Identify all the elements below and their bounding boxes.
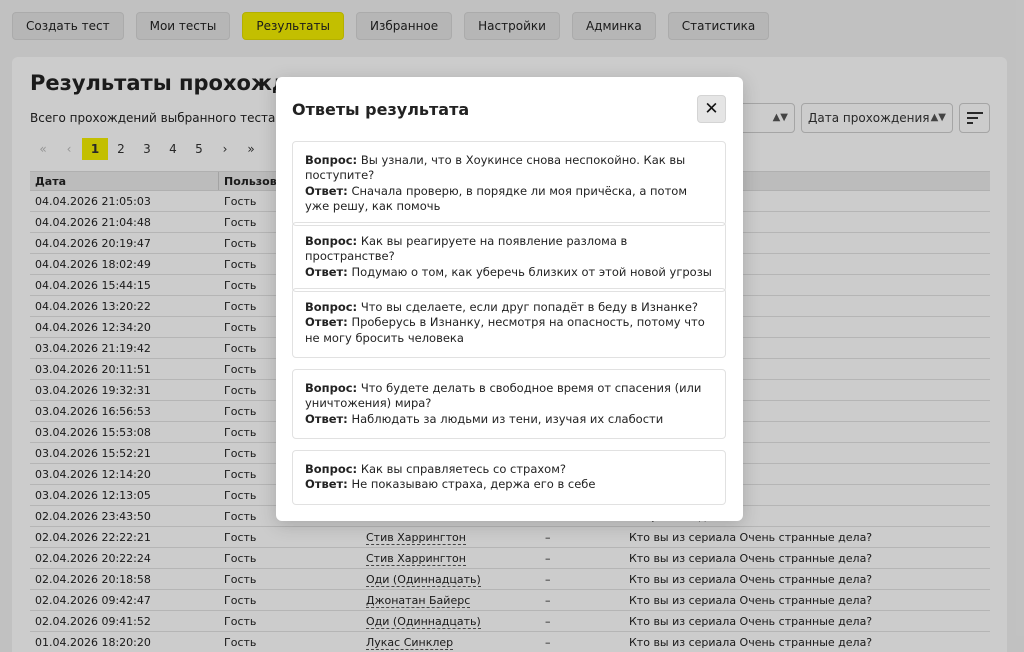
question-text: Вы узнали, что в Хоукинсе снова неспокой… — [305, 153, 686, 183]
answer-text: Сначала проверю, в порядке ли моя причёс… — [305, 183, 687, 213]
answer-card: Вопрос: Как вы справляетесь со страхом? … — [292, 450, 726, 505]
answer-card: Вопрос: Что будете делать в свободное вр… — [292, 369, 726, 439]
question-label: Вопрос: — [305, 462, 358, 476]
answers-modal: Ответы результата ✕ Вопрос: Вы узнали, ч… — [276, 77, 743, 521]
answer-label: Ответ: — [305, 183, 348, 198]
answer-label: Ответ: — [305, 411, 348, 426]
answer-text: Наблюдать за людьми из тени, изучая их с… — [351, 411, 664, 426]
answer-text: Не показываю страха, держа его в себе — [351, 477, 596, 492]
answer-card: Вопрос: Что вы сделаете, если друг попад… — [292, 288, 726, 358]
answer-card: Вопрос: Как вы реагируете на появление р… — [292, 222, 726, 292]
question-text: Что вы сделаете, если друг попадёт в бед… — [360, 300, 699, 314]
question-label: Вопрос: — [305, 153, 358, 167]
question-label: Вопрос: — [305, 234, 358, 248]
question-text: Как вы справляетесь со страхом? — [360, 462, 566, 476]
answer-card: Вопрос: Вы узнали, что в Хоукинсе снова … — [292, 141, 726, 227]
answer-text: Подумаю о том, как уберечь близких от эт… — [351, 264, 712, 279]
question-label: Вопрос: — [305, 300, 358, 314]
answer-label: Ответ: — [305, 315, 348, 330]
question-text: Что будете делать в свободное время от с… — [305, 381, 702, 411]
question-label: Вопрос: — [305, 381, 358, 395]
answer-label: Ответ: — [305, 477, 348, 492]
close-icon: ✕ — [704, 99, 719, 119]
answer-label: Ответ: — [305, 264, 348, 279]
answer-text: Проберусь в Изнанку, несмотря на опаснос… — [305, 315, 705, 345]
close-button[interactable]: ✕ — [697, 95, 726, 123]
modal-title: Ответы результата — [292, 100, 470, 119]
